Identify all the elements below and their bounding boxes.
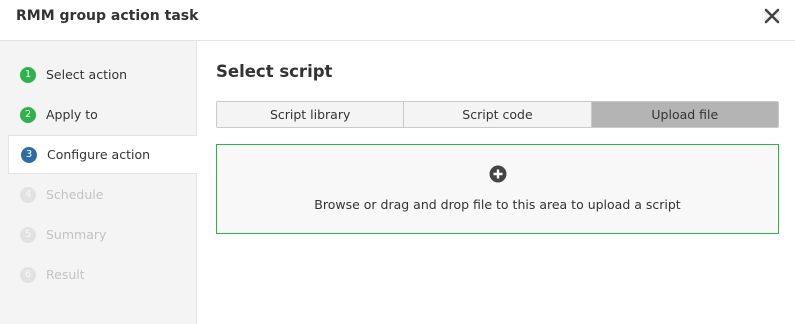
step-number-badge: 5 bbox=[20, 226, 36, 243]
step-label: Configure action bbox=[47, 147, 151, 162]
step-number-badge: 2 bbox=[20, 106, 36, 123]
tab-upload-file[interactable]: Upload file bbox=[591, 102, 778, 127]
dialog-header: RMM group action task bbox=[0, 0, 795, 41]
upload-dropzone[interactable]: Browse or drag and drop file to this are… bbox=[216, 144, 779, 234]
dropzone-text: Browse or drag and drop file to this are… bbox=[314, 197, 681, 212]
page-title: Select script bbox=[216, 62, 333, 81]
script-source-tabs: Script library Script code Upload file bbox=[216, 101, 779, 128]
step-label: Summary bbox=[46, 227, 107, 242]
tab-script-library[interactable]: Script library bbox=[217, 102, 405, 127]
step-number-badge: 1 bbox=[20, 66, 36, 83]
step-number-badge: 6 bbox=[20, 266, 36, 283]
step-schedule: 4 Schedule bbox=[0, 175, 197, 214]
step-number-badge: 3 bbox=[21, 146, 37, 163]
close-icon bbox=[763, 7, 781, 25]
step-label: Select action bbox=[46, 67, 128, 82]
plus-circle-icon bbox=[489, 165, 507, 183]
step-result: 6 Result bbox=[0, 255, 197, 294]
step-label: Apply to bbox=[46, 107, 98, 122]
tab-script-code[interactable]: Script code bbox=[404, 102, 592, 127]
step-select-action[interactable]: 1 Select action bbox=[0, 55, 197, 94]
step-label: Result bbox=[46, 267, 85, 282]
dialog-title: RMM group action task bbox=[16, 8, 199, 24]
step-apply-to[interactable]: 2 Apply to bbox=[0, 95, 197, 134]
step-summary: 5 Summary bbox=[0, 215, 197, 254]
step-number-badge: 4 bbox=[20, 186, 36, 203]
step-label: Schedule bbox=[46, 187, 104, 202]
close-button[interactable] bbox=[763, 7, 781, 25]
wizard-steps-sidebar: 1 Select action 2 Apply to 3 Configure a… bbox=[0, 41, 197, 324]
step-configure-action[interactable]: 3 Configure action bbox=[8, 135, 197, 174]
